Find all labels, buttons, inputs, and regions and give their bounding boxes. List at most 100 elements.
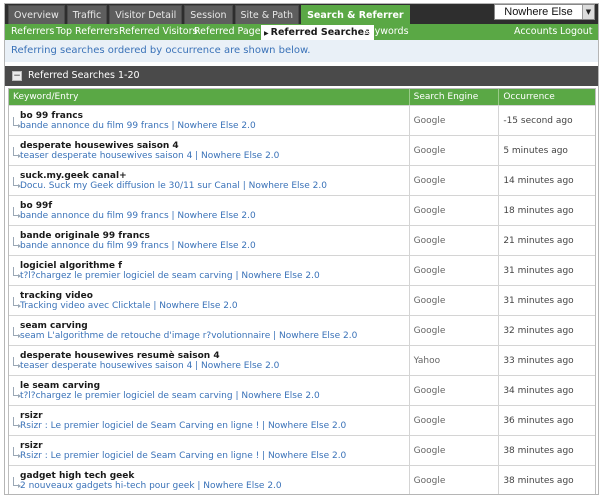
keyword-cell: le seam carving t?l?chargez le premier lo… <box>9 376 410 405</box>
entry-arrow-icon <box>13 477 21 488</box>
keyword-text: desperate housewives saison 4 <box>20 141 179 151</box>
entry-arrow-icon <box>13 267 21 278</box>
column-header-keyword[interactable]: Keyword/Entry <box>9 89 410 105</box>
entry-link[interactable]: bande annonce du film 99 francs | Nowher… <box>20 211 256 221</box>
keyword-text: tracking video <box>20 291 93 301</box>
table-row: bo 99 francs bande annonce du film 99 fra… <box>9 105 595 135</box>
accounts-link[interactable]: Accounts <box>514 24 557 40</box>
tab-overview[interactable]: Overview <box>8 5 65 24</box>
tab-traffic[interactable]: Traffic <box>66 5 108 24</box>
subnav-referred-pages[interactable]: Referred Pages <box>194 24 266 40</box>
subnav-keywords[interactable]: Keywords <box>363 24 409 40</box>
occurrence-cell: 21 minutes ago <box>499 226 595 255</box>
occurrence-text: 18 minutes ago <box>503 206 574 216</box>
search-engine-text: Google <box>413 116 446 126</box>
subnav-referred-visitors[interactable]: Referred Visitors <box>119 24 197 40</box>
search-engine-cell: Google <box>410 166 500 195</box>
entry-link[interactable]: seam L'algorithme de retouche d'image r?… <box>20 331 357 341</box>
search-engine-text: Google <box>413 266 446 276</box>
keyword-cell: bo 99f bande annonce du film 99 francs | … <box>9 196 410 225</box>
table-header: Keyword/Entry Search Engine Occurrence <box>9 89 595 105</box>
entry-link[interactable]: Tracking video avec Clicktale | Nowhere … <box>20 301 238 311</box>
entry-link[interactable]: Rsizr : Le premier logiciel de Seam Carv… <box>20 451 346 461</box>
occurrence-text: 36 minutes ago <box>503 416 574 426</box>
entry-arrow-icon <box>13 387 21 398</box>
keyword-text: desperate housewives resumè saison 4 <box>20 351 220 361</box>
entry-link[interactable]: t?l?chargez le premier logiciel de seam … <box>20 391 320 401</box>
column-header-occurrence[interactable]: Occurrence <box>499 89 595 105</box>
occurrence-cell: 36 minutes ago <box>499 406 595 435</box>
logout-link[interactable]: Logout <box>560 24 593 40</box>
search-engine-cell: Google <box>410 106 500 135</box>
occurrence-text: 38 minutes ago <box>503 476 574 486</box>
search-engine-cell: Google <box>410 376 500 405</box>
entry-link[interactable]: teaser desperate housewives saison 4 | N… <box>20 151 279 161</box>
search-engine-text: Google <box>413 176 446 186</box>
occurrence-cell: 38 minutes ago <box>499 436 595 465</box>
table-row: bande originale 99 francs bande annonce d… <box>9 225 595 255</box>
subnav-referred-searches[interactable]: ▶ Referred Searches <box>261 25 374 40</box>
search-engine-text: Google <box>413 386 446 396</box>
panel-title: Referred Searches 1-20 <box>28 70 140 81</box>
entry-link[interactable]: bande annonce du film 99 francs | Nowher… <box>20 121 256 131</box>
table-row: rsizr Rsizr : Le premier logiciel de Seam… <box>9 405 595 435</box>
search-engine-text: Google <box>413 326 446 336</box>
site-selector-value: Nowhere Else <box>504 6 573 18</box>
panel-header: − Referred Searches 1-20 <box>5 66 598 86</box>
tab-visitor-detail[interactable]: Visitor Detail <box>109 5 183 24</box>
entry-arrow-icon <box>13 417 21 428</box>
occurrence-text: 32 minutes ago <box>503 326 574 336</box>
table-row: rsizr Rsizr : Le premier logiciel de Seam… <box>9 435 595 465</box>
keyword-cell: rsizr Rsizr : Le premier logiciel de Seam… <box>9 436 410 465</box>
occurrence-text: 14 minutes ago <box>503 176 574 186</box>
search-engine-cell: Google <box>410 196 500 225</box>
search-engine-cell: Google <box>410 436 500 465</box>
site-selector[interactable]: Nowhere Else ▼ <box>494 4 595 20</box>
occurrence-cell: 38 minutes ago <box>499 466 595 494</box>
entry-link[interactable]: Docu. Suck my Geek diffusion le 30/11 su… <box>20 181 327 191</box>
keyword-cell: desperate housewives resumè saison 4 teas… <box>9 346 410 375</box>
tab-search-referrer[interactable]: Search & Referrer <box>301 5 410 24</box>
occurrence-cell: -15 second ago <box>499 106 595 135</box>
entry-link[interactable]: bande annonce du film 99 francs | Nowher… <box>20 241 256 251</box>
keyword-text: seam carving <box>20 321 88 331</box>
entry-arrow-icon <box>13 177 21 188</box>
occurrence-text: 5 minutes ago <box>503 146 568 156</box>
search-engine-cell: Yahoo <box>410 346 500 375</box>
keyword-cell: bo 99 francs bande annonce du film 99 fra… <box>9 106 410 135</box>
search-engine-cell: Google <box>410 256 500 285</box>
entry-link[interactable]: 2 nouveaux gadgets hi-tech pour geek | N… <box>20 481 282 491</box>
keyword-text: gadget high tech geek <box>20 471 135 481</box>
occurrence-cell: 5 minutes ago <box>499 136 595 165</box>
search-engine-text: Google <box>413 416 446 426</box>
search-engine-cell: Google <box>410 286 500 315</box>
subnav-referrers[interactable]: Referrers <box>11 24 54 40</box>
table-row: seam carving seam L'algorithme de retouch… <box>9 315 595 345</box>
search-engine-text: Yahoo <box>413 356 441 366</box>
table-row: le seam carving t?l?chargez le premier lo… <box>9 375 595 405</box>
keyword-cell: logiciel algorithme f t?l?chargez le prem… <box>9 256 410 285</box>
occurrence-cell: 18 minutes ago <box>499 196 595 225</box>
subnav-top-referrers[interactable]: Top Referrers <box>56 24 118 40</box>
referred-searches-table: Keyword/Entry Search Engine Occurrence b… <box>8 88 596 494</box>
entry-arrow-icon <box>13 207 21 218</box>
search-engine-cell: Google <box>410 466 500 494</box>
entry-arrow-icon <box>13 147 21 158</box>
table-body: bo 99 francs bande annonce du film 99 fra… <box>9 105 595 494</box>
entry-link[interactable]: Rsizr : Le premier logiciel de Seam Carv… <box>20 421 346 431</box>
collapse-icon[interactable]: − <box>12 71 22 81</box>
top-nav-bar: Overview Traffic Visitor Detail Session … <box>5 4 598 24</box>
entry-arrow-icon <box>13 447 21 458</box>
search-engine-cell: Google <box>410 136 500 165</box>
entry-arrow-icon <box>13 117 21 128</box>
occurrence-text: 31 minutes ago <box>503 296 574 306</box>
keyword-cell: tracking video Tracking video avec Clickt… <box>9 286 410 315</box>
entry-link[interactable]: teaser desperate housewives saison 4 | N… <box>20 361 279 371</box>
tab-session[interactable]: Session <box>184 5 233 24</box>
column-header-search-engine[interactable]: Search Engine <box>410 89 500 105</box>
search-engine-text: Google <box>413 296 446 306</box>
tab-site-path[interactable]: Site & Path <box>234 5 300 24</box>
keyword-cell: seam carving seam L'algorithme de retouch… <box>9 316 410 345</box>
chevron-down-icon[interactable]: ▼ <box>582 5 594 19</box>
entry-link[interactable]: t?l?chargez le premier logiciel de seam … <box>20 271 320 281</box>
